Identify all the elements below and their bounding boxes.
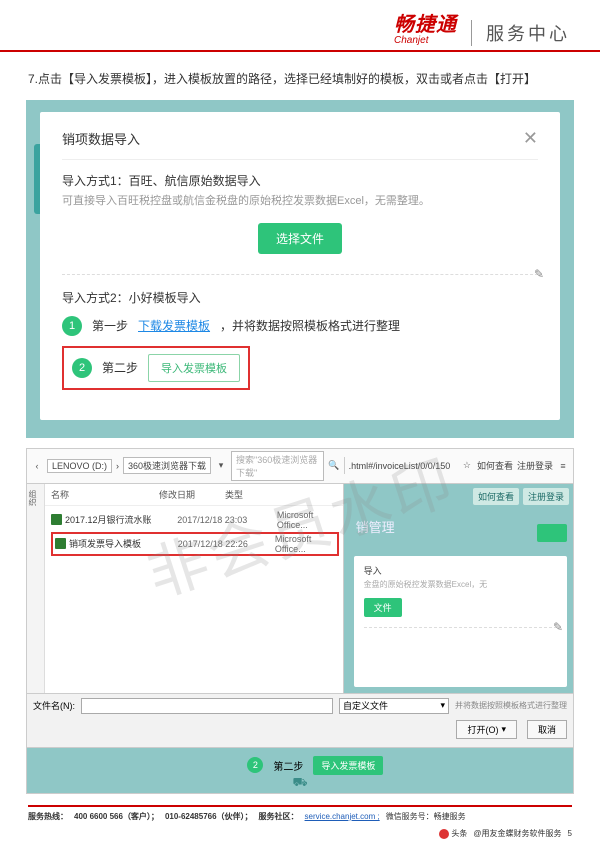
- hotline-customer: 400 6600 566（客户）；: [74, 811, 159, 822]
- toutiao-badge: 头条: [439, 828, 467, 839]
- bg-method-desc: 金盘的原始税控发票数据Excel，无: [364, 579, 557, 590]
- page-number: 5: [568, 829, 572, 838]
- back-icon[interactable]: ‹: [31, 461, 43, 471]
- step2-highlight: 2 第二步 导入发票模板: [62, 346, 250, 390]
- hotline-label: 服务热线：: [28, 811, 68, 822]
- brand-separator: [471, 20, 472, 46]
- step2-row: 2 第二步 导入发票模板: [62, 346, 538, 390]
- brand-service: 服务中心: [486, 20, 570, 46]
- brand-cn: 畅捷通: [394, 8, 457, 37]
- bg-green-button[interactable]: [537, 524, 567, 542]
- page-header: 畅捷通 Chanjet 服务中心: [0, 0, 600, 52]
- divider: ✎: [62, 274, 538, 275]
- cancel-button[interactable]: 取消: [527, 720, 567, 739]
- method1-desc: 可直接导入百旺税控盘或航信金税盘的原始税控发票数据Excel，无需整理。: [62, 193, 538, 211]
- step1-suffix: ，并将数据按照模板格式进行整理: [220, 317, 400, 334]
- tab-login[interactable]: 注册登录: [517, 459, 553, 472]
- bg-tab1[interactable]: 如何查看: [473, 488, 519, 505]
- step2-number: 2: [72, 358, 92, 378]
- excel-icon: [51, 514, 62, 525]
- col-type[interactable]: 类型: [225, 488, 243, 501]
- filepicker-area: ‹ LENOVO (D:) › 360极速浏览器下载 ▾ 搜索"360极速浏览器…: [26, 448, 574, 794]
- community-link[interactable]: service.chanjet.com ;: [305, 812, 380, 821]
- toutiao-handle: @用友金蝶财务软件服务: [473, 828, 561, 839]
- file-row-selected[interactable]: 销项发票导入模板 2017/12/18 22:26 Microsoft Offi…: [51, 532, 339, 556]
- excel-icon: [55, 538, 66, 549]
- file-list-pane: 组织 名称 修改日期 类型 2017.12月银行流水账 2017/12/18 2…: [27, 484, 344, 693]
- sidebar-organize[interactable]: 组织: [27, 484, 45, 693]
- download-template-link[interactable]: 下载发票模板: [138, 317, 210, 334]
- search-icon[interactable]: 🔍: [328, 460, 340, 471]
- folder-select[interactable]: 360极速浏览器下载: [123, 457, 211, 474]
- bg-method-label: 导入: [364, 564, 557, 577]
- hotline-partner: 010-62485766（伙伴）；: [165, 811, 253, 822]
- search-folder-input[interactable]: 搜索"360极速浏览器下载": [231, 451, 324, 481]
- import-dialog: 销项数据导入 ✕ 导入方式1：百旺、航信原始数据导入 可直接导入百旺税控盘或航信…: [40, 112, 560, 420]
- filepicker-bottom: 文件名(N): 自定义文件▾ 并将数据按照模板格式进行整理 打开(O)▾ 取消: [26, 694, 574, 748]
- dialog-title: 销项数据导入: [62, 129, 140, 148]
- step1-row: 1 第一步 下载发票模板 ，并将数据按照模板格式进行整理: [62, 316, 538, 336]
- filename-label: 文件名(N):: [33, 699, 75, 712]
- open-button[interactable]: 打开(O)▾: [456, 720, 517, 739]
- bg-note: 并将数据按照模板格式进行整理: [455, 700, 567, 711]
- path-bar: ‹ LENOVO (D:) › 360极速浏览器下载 ▾ 搜索"360极速浏览器…: [26, 448, 574, 484]
- wechat-label: 微信服务号：畅捷服务: [386, 811, 466, 822]
- chevron-down-icon: ▾: [501, 724, 506, 735]
- truck-icon: ⛟: [292, 775, 307, 791]
- pen-icon: ✎: [534, 267, 544, 281]
- instruction-text: 7.点击【导入发票模板】，进入模板放置的路径，选择已经填制好的模板，双击或者点击…: [0, 52, 600, 92]
- step1-label: 第一步: [92, 317, 128, 334]
- brand-block: 畅捷通 Chanjet 服务中心: [394, 8, 570, 46]
- step1-number: 1: [62, 316, 82, 336]
- step2-label: 第二步: [102, 359, 138, 376]
- screenshot-area: 销项数据导入 ✕ 导入方式1：百旺、航信原始数据导入 可直接导入百旺税控盘或航信…: [26, 100, 574, 794]
- pen-icon: ✎: [553, 620, 563, 634]
- filetype-select[interactable]: 自定义文件▾: [339, 698, 449, 714]
- bg-tab2[interactable]: 注册登录: [523, 488, 569, 505]
- chevron-down-icon: ▾: [440, 700, 445, 711]
- col-date[interactable]: 修改日期: [159, 488, 195, 501]
- menu-icon[interactable]: ≡: [557, 461, 569, 471]
- method2-title: 导入方式2：小好模板导入: [62, 289, 538, 306]
- dialog-backdrop: 销项数据导入 ✕ 导入方式1：百旺、航信原始数据导入 可直接导入百旺税控盘或航信…: [26, 100, 574, 438]
- bg-file-button[interactable]: 文件: [364, 598, 402, 617]
- filename-input[interactable]: [81, 698, 333, 714]
- background-app-pane: 如何查看 注册登录 销管理 导入 金盘的原始税控发票数据Excel，无 文件 ✎: [344, 484, 573, 693]
- mini-import-button[interactable]: 导入发票模板: [313, 756, 383, 775]
- community-label: 服务社区：: [259, 811, 299, 822]
- mini-step2-label: 第二步: [273, 758, 303, 773]
- method1-title: 导入方式1：百旺、航信原始数据导入: [62, 172, 538, 189]
- close-icon[interactable]: ✕: [523, 128, 538, 149]
- url-field[interactable]: .html#/invoiceList/0/0/150: [349, 461, 457, 471]
- lower-strip: 2 第二步 导入发票模板 ⛟: [26, 748, 574, 794]
- page-footer: 服务热线： 400 6600 566（客户）； 010-62485766（伙伴）…: [0, 805, 600, 839]
- toutiao-icon: [439, 829, 449, 839]
- star-icon[interactable]: ☆: [461, 460, 473, 471]
- chevron-down-icon[interactable]: ▾: [215, 460, 227, 471]
- col-name[interactable]: 名称: [51, 488, 69, 501]
- path-sep: ›: [116, 461, 119, 471]
- mini-step2-number: 2: [247, 757, 263, 773]
- select-file-button[interactable]: 选择文件: [258, 223, 342, 254]
- tab-howto[interactable]: 如何查看: [477, 459, 513, 472]
- import-template-button[interactable]: 导入发票模板: [148, 354, 240, 382]
- drive-select[interactable]: LENOVO (D:): [47, 459, 112, 473]
- file-row[interactable]: 2017.12月银行流水账 2017/12/18 23:03 Microsoft…: [51, 508, 339, 532]
